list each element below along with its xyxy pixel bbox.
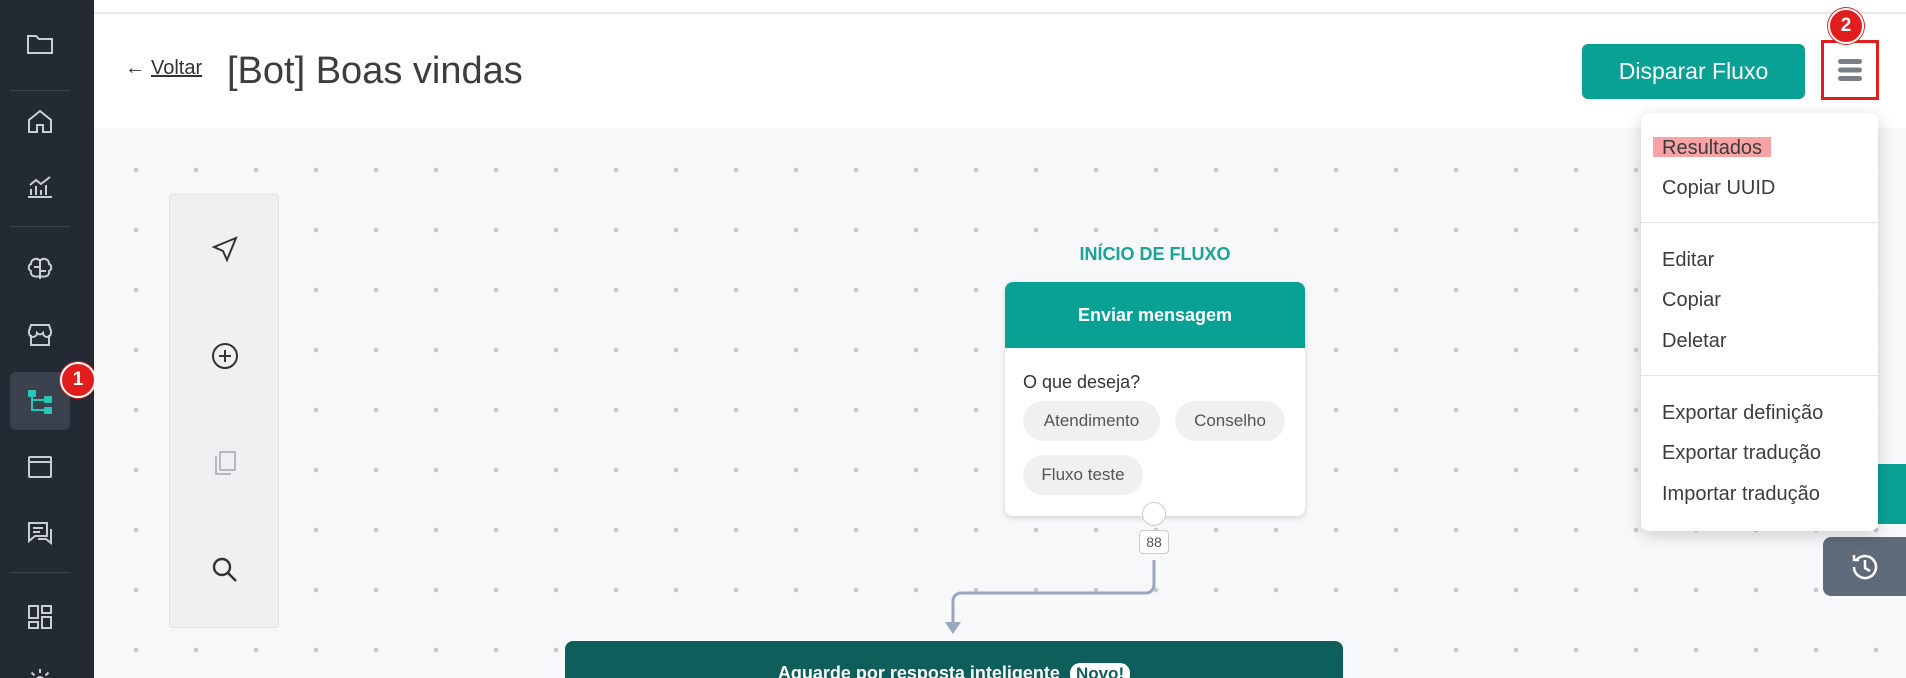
actions-dropdown: Resultados Copiar UUID Editar Copiar Del… bbox=[1641, 113, 1878, 531]
node-exit-port[interactable] bbox=[1142, 502, 1166, 526]
menu-item-deletar[interactable]: Deletar bbox=[1662, 330, 1726, 353]
node-header: Aguarde por resposta inteligente bbox=[777, 663, 1060, 678]
menu-item-resultados[interactable]: Resultados bbox=[1653, 137, 1772, 159]
flow-count-badge: 88 bbox=[1139, 530, 1169, 554]
connection-wire bbox=[945, 560, 1156, 634]
menu-divider bbox=[1641, 222, 1878, 223]
menu-item-importar-traducao[interactable]: Importar tradução bbox=[1662, 483, 1820, 506]
history-icon[interactable] bbox=[1823, 537, 1906, 596]
smart-wait-node[interactable]: Aguarde por resposta inteligente Novo! bbox=[565, 641, 1343, 678]
menu-item-exportar-definicao[interactable]: Exportar definição bbox=[1662, 402, 1823, 425]
menu-item-editar[interactable]: Editar bbox=[1662, 249, 1714, 272]
new-badge: Novo! bbox=[1069, 663, 1131, 678]
menu-item-exportar-traducao[interactable]: Exportar tradução bbox=[1662, 442, 1821, 465]
menu-item-copiar[interactable]: Copiar bbox=[1662, 289, 1721, 312]
menu-item-copiar-uuid[interactable]: Copiar UUID bbox=[1662, 177, 1775, 200]
menu-divider bbox=[1641, 375, 1878, 376]
